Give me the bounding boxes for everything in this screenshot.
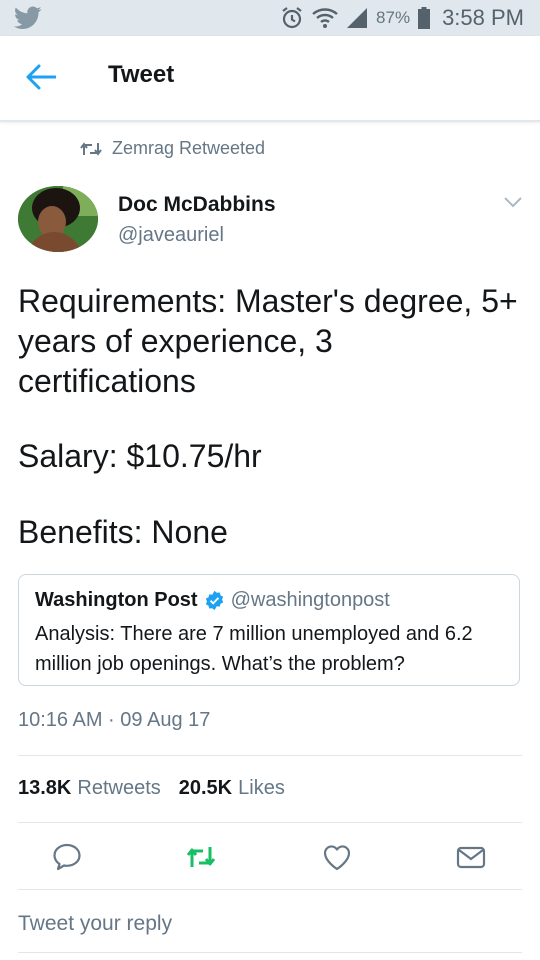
page-title: Tweet [108,61,175,88]
tweet-text-benefits: Benefits: None [18,514,228,550]
tweet-timestamp: 10:16 AM · 09 Aug 17 [18,709,211,731]
divider [18,889,522,890]
app-header: Tweet [0,36,540,122]
back-arrow-icon[interactable] [26,64,56,90]
retweet-small-icon [80,141,102,156]
status-time: 3:58 PM [442,5,524,30]
retweet-icon[interactable] [186,843,216,871]
avatar[interactable] [18,186,98,252]
like-icon[interactable] [322,843,352,871]
status-bar: 87% 3:58 PM [0,0,540,36]
reply-icon[interactable] [52,843,82,871]
quoted-tweet-header: Washington Post @washingtonpost [35,589,390,612]
alarm-clock-icon [282,7,302,29]
divider [18,755,522,756]
chevron-down-icon[interactable] [503,195,523,209]
retweet-context[interactable]: Zemrag Retweeted [80,138,265,159]
avatar-image [18,186,98,252]
quoted-author-handle: @washingtonpost [230,589,390,611]
likes-count: 20.5K [178,777,233,799]
reply-underline [18,952,522,953]
reply-input[interactable]: Tweet your reply [18,912,522,936]
retweets-stat[interactable]: 13.8K Retweets [18,777,161,800]
author-name[interactable]: Doc McDabbins [118,193,276,217]
author-handle[interactable]: @javeauriel [118,224,224,247]
battery-icon [418,7,431,29]
message-icon[interactable] [456,843,486,871]
quoted-author-name: Washington Post [35,589,198,611]
battery-percent: 87% [376,8,411,27]
divider [18,822,522,823]
signal-icon [347,8,368,28]
tweet-text-requirements: Requirements: Master's degree, 5+ years … [18,283,518,399]
likes-stat[interactable]: 20.5K Likes [179,777,285,800]
tweet-stats: 13.8K Retweets 20.5K Likes [18,777,285,800]
quoted-tweet-text: Analysis: There are 7 million unemployed… [35,623,473,675]
verified-badge-icon [205,590,223,611]
retweet-context-label: Zemrag Retweeted [112,138,266,158]
retweets-count: 13.8K [18,777,72,799]
wifi-icon [312,8,338,28]
tweet-text-salary: Salary: $10.75/hr [18,438,262,474]
twitter-bird-icon [14,6,42,29]
retweets-label: Retweets [77,777,161,799]
quoted-tweet[interactable]: Washington Post @washingtonpost Analysis… [18,574,520,686]
likes-label: Likes [238,777,285,799]
